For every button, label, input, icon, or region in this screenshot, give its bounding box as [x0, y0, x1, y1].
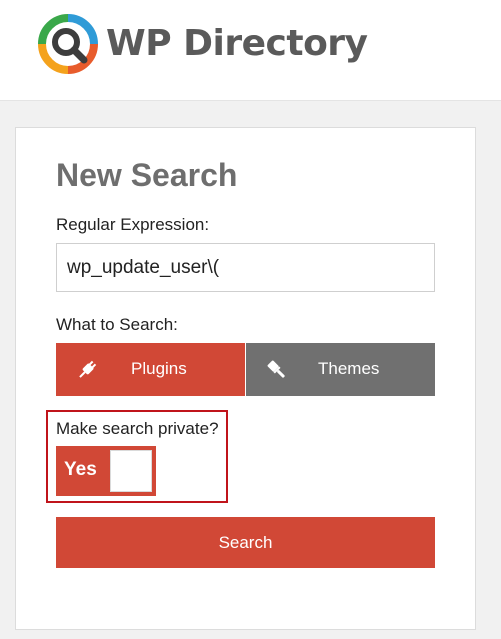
- regex-label: Regular Expression:: [56, 215, 210, 234]
- regex-input[interactable]: [56, 243, 435, 292]
- plug-icon: [79, 360, 97, 378]
- private-toggle[interactable]: Yes: [56, 446, 156, 496]
- brand-name: WP Directory: [106, 23, 368, 64]
- search-button[interactable]: Search: [56, 517, 435, 568]
- search-type-label: What to Search:: [56, 315, 178, 334]
- plugins-label: Plugins: [131, 359, 187, 378]
- themes-label: Themes: [318, 359, 380, 378]
- magnifier-logo-icon: [38, 14, 98, 74]
- site-header: WP Directory: [0, 0, 501, 101]
- brush-icon: [267, 360, 285, 378]
- site-logo[interactable]: WP Directory: [38, 14, 368, 74]
- plugins-button[interactable]: Plugins: [56, 343, 245, 396]
- private-label: Make search private?: [56, 419, 219, 438]
- private-toggle-label: Yes: [64, 459, 97, 480]
- page-title: New Search: [56, 157, 238, 193]
- toggle-knob[interactable]: [110, 450, 152, 492]
- themes-button[interactable]: Themes: [246, 343, 435, 396]
